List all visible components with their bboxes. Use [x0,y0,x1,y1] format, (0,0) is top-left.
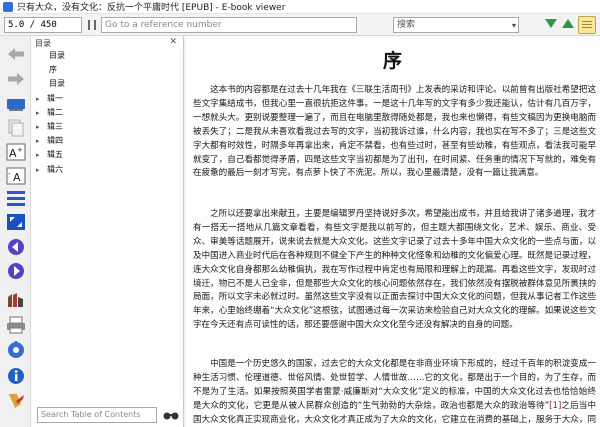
chevron-down-icon: ▾ [511,21,516,30]
font-larger-button[interactable]: A + [5,142,27,162]
toc-item[interactable]: 目录 [31,49,184,63]
toc-list: 目录 序 目录 ▸ 辑一 ▸ 辑二 ▸ 辑三 ▸ 辑四 ▸ 辑五 ▸ 辑六 [31,49,184,177]
forward-arrow-icon [8,73,24,85]
search-combo-value: 搜索 [397,20,416,30]
toc-header: 目录 [35,39,51,48]
close-icon[interactable]: ✕ [169,37,177,47]
back-arrow-icon [8,48,24,60]
font-smaller-icon: A- [6,167,26,185]
paragraph: 中国是一个历史悠久的国家，过去它的大众文化都是在非商业环境下形成的，经过千百年的… [193,358,596,427]
previous-page-icon [8,239,24,255]
app-icon [3,1,13,12]
toc-item[interactable]: ▸ 辑六 [31,163,184,177]
fullscreen-button[interactable] [5,212,27,232]
reference-mode-button[interactable] [5,290,27,310]
toc-item[interactable]: 序 [31,63,184,77]
find-next-icon[interactable] [545,19,557,28]
copy-icon [8,119,24,137]
chapter-title: 序 [382,50,402,72]
print-button[interactable] [5,315,27,335]
bookmark-icon [9,394,24,408]
expand-arrow-icon[interactable]: ▸ [36,92,40,106]
next-page-icon [8,263,24,279]
print-icon [7,316,25,334]
svg-text:+: + [17,146,23,154]
toc-item[interactable]: ▸ 辑二 [31,106,184,120]
expand-arrow-icon[interactable]: ▸ [36,134,40,148]
toc-scrollbar[interactable] [179,49,183,399]
font-larger-icon: A + [6,143,26,161]
fullscreen-icon [7,214,25,230]
previous-page-button[interactable] [5,237,27,257]
toc-icon [7,191,25,206]
preferences-icon [8,341,24,358]
left-toolbar: A + A- [0,36,31,427]
reference-input[interactable]: Go to a reference number [101,17,357,33]
toc-item[interactable]: ▸ 辑五 [31,148,184,162]
reference-icon [88,20,96,30]
reader-view[interactable]: 序 这本书的内容都是在过去十几年我在《三联生活周刊》上发表的采访和评论。以前曾有… [185,36,600,427]
toc-search-input[interactable]: Search Table of Contents [37,407,157,423]
window-title: 只有大众，没有文化：反抗一个平庸时代 [EPUB] - E-book viewe… [17,3,286,13]
svg-text:A: A [13,171,21,184]
toc-item[interactable]: ▸ 辑一 [31,92,184,106]
toc-item[interactable]: ▸ 辑四 [31,134,184,148]
expand-arrow-icon[interactable]: ▸ [36,106,40,120]
copy-button[interactable] [5,118,27,138]
next-page-button[interactable] [5,261,27,281]
footnote-link[interactable]: [1] [549,401,561,411]
search-combo[interactable]: 搜索 ▾ [393,17,519,33]
info-icon [8,368,24,384]
paragraph: 这本书的内容都是在过去十几年我在《三联生活周刊》上发表的采访和评论。以前曾有出版… [193,85,596,179]
preferences-button[interactable] [5,340,27,360]
bookmark-button[interactable] [5,391,27,411]
expand-arrow-icon[interactable]: ▸ [36,163,40,177]
top-toolbar: 5.0 / 450 Go to a reference number 搜索 ▾ [0,14,600,36]
forward-button[interactable] [5,69,27,89]
find-previous-icon[interactable] [562,19,574,28]
svg-text:A: A [9,147,17,160]
title-bar: 只有大众，没有文化：反抗一个平庸时代 [EPUB] - E-book viewe… [0,0,600,14]
open-ebook-icon [7,99,25,111]
toc-item[interactable]: 目录 [31,77,184,91]
font-smaller-button[interactable]: A- [5,166,27,186]
notes-icon[interactable] [578,16,596,34]
expand-arrow-icon[interactable]: ▸ [36,120,40,134]
toc-panel: 目录 ✕ 目录 序 目录 ▸ 辑一 ▸ 辑二 ▸ 辑三 ▸ 辑四 ▸ 辑五 ▸ 辑六 Sea… [31,36,184,427]
toc-item[interactable]: ▸ 辑三 [31,120,184,134]
toc-search-icon[interactable] [163,409,179,421]
position-input[interactable]: 5.0 / 450 [4,17,82,33]
toc-button[interactable] [5,188,27,208]
reference-mode-icon [8,293,23,307]
open-ebook-button[interactable] [5,94,27,114]
info-button[interactable] [5,366,27,386]
expand-arrow-icon[interactable]: ▸ [36,148,40,162]
back-button[interactable] [5,44,27,64]
paragraph-text: 中国是一个历史悠久的国家，过去它的大众文化都是在非商业环境下形成的，经过千百年的… [193,359,596,411]
